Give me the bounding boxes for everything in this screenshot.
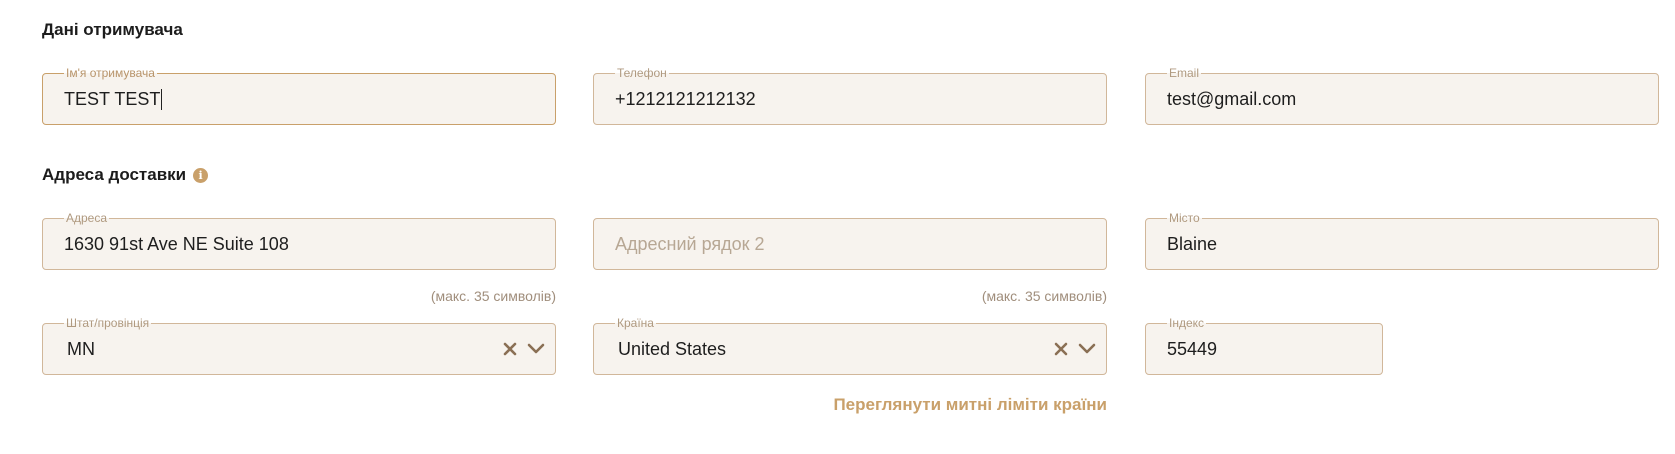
text-caret [161,88,163,110]
recipient-name-value-wrap[interactable]: TEST TEST [64,74,163,124]
address-max-hint: (макс. 35 символів) [430,288,556,304]
state-select-controls [503,324,545,374]
country-chevron-down-icon[interactable] [1078,343,1096,355]
zip-field[interactable]: Індекс 55449 [1145,316,1383,375]
zip-value[interactable]: 55449 [1167,324,1217,374]
phone-field[interactable]: Телефон +1212121212132 [593,66,1107,125]
delivery-section-title: Адреса доставки i [42,165,209,185]
state-clear-icon[interactable] [503,342,517,356]
state-chevron-down-icon[interactable] [527,343,545,355]
state-select[interactable]: Штат/провінція MN [42,316,556,375]
address2-field[interactable]: Адресний рядок 2 [593,218,1107,270]
recipient-name-value[interactable]: TEST TEST [64,89,160,110]
address2-placeholder[interactable]: Адресний рядок 2 [615,219,765,269]
address-field[interactable]: Адреса 1630 91st Ave NE Suite 108 [42,211,556,270]
recipient-title-text: Дані отримувача [42,20,183,39]
state-value[interactable]: MN [67,324,95,374]
country-value[interactable]: United States [618,324,726,374]
phone-value[interactable]: +1212121212132 [615,74,756,124]
address-value[interactable]: 1630 91st Ave NE Suite 108 [64,219,289,269]
country-select-controls [1054,324,1096,374]
country-clear-icon[interactable] [1054,342,1068,356]
recipient-section-title: Дані отримувача [42,20,183,40]
city-field[interactable]: Місто Blaine [1145,211,1659,270]
city-value[interactable]: Blaine [1167,219,1217,269]
recipient-name-field[interactable]: Ім'я отримувача TEST TEST [42,66,556,125]
country-select[interactable]: Країна United States [593,316,1107,375]
delivery-title-text: Адреса доставки [42,165,187,184]
email-value[interactable]: test@gmail.com [1167,74,1296,124]
email-field[interactable]: Email test@gmail.com [1145,66,1659,125]
customs-limits-link[interactable]: Переглянути митні ліміти країни [707,395,1107,415]
address2-max-hint: (макс. 35 символів) [981,288,1107,304]
info-circle-icon[interactable]: i [193,167,209,183]
